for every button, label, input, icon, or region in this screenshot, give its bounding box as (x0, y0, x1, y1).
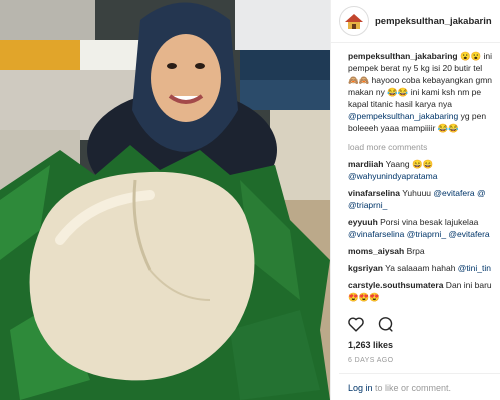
comment-username[interactable]: carstyle.southsumatera (348, 280, 443, 290)
caption-line: makan ny 😂😂 ini kami ksh nm pe (348, 87, 482, 97)
login-link[interactable]: Log in (348, 383, 373, 393)
comment-text: Brpa (404, 246, 425, 256)
comment-username[interactable]: mardiiah (348, 159, 383, 169)
comment-username[interactable]: kgsriyan (348, 263, 383, 273)
post-timestamp: 6 DAYS AGO (348, 357, 394, 364)
comment-text: Ya salaaam hahah (382, 263, 458, 273)
post-username[interactable]: pempeksulthan_jakabarin (375, 16, 492, 27)
caption-line: @pempeksulthan_jakabaring yg pen (348, 110, 493, 122)
caption-line: 🙈🙈 hayooo coba kebayangkan gmn (348, 75, 493, 85)
caption-line: boleeeh yaaa mampiiiir 😂😂 (348, 123, 459, 133)
caption-and-comments: pempeksulthan_jakabaring 😮😮 ini pempek b… (331, 43, 500, 303)
likes-count[interactable]: 1,263 likes (348, 340, 393, 350)
comment-text: 😍😍😍 (348, 292, 380, 302)
load-more-comments-link[interactable]: load more comments (348, 141, 493, 153)
post-actions (347, 316, 394, 338)
comment: vinafarselina Yuhuuu @evitafera @ @triap… (348, 187, 493, 211)
comment: carstyle.southsumatera Dan ini baru 😍😍😍 (348, 279, 493, 303)
comment-text: Yaang 😄😄 (383, 159, 434, 169)
comment: kgsriyan Ya salaaam hahah @tini_tin (348, 262, 493, 274)
comment-username[interactable]: vinafarselina (348, 188, 400, 198)
comment-username[interactable]: moms_aiysah (348, 246, 404, 256)
comment: eyyuuh Porsi vina besak lajukelaa @vinaf… (348, 216, 493, 240)
avatar[interactable] (339, 6, 369, 36)
comment: mardiiah Yaang 😄😄 @wahyunindyapratama (348, 158, 493, 182)
comment-mention-link[interactable]: @ (475, 188, 486, 198)
post-header: pempeksulthan_jakabarin (331, 0, 500, 43)
caption-line: pempek berat ny 5 kg isi 20 butir tel (348, 63, 483, 73)
comment-mention-link[interactable]: @wahyunindyapratama (348, 171, 437, 181)
comment-username[interactable]: eyyuuh (348, 217, 378, 227)
comment-mention-link[interactable]: @tini_tin (458, 263, 491, 273)
caption-text: yg pen (458, 111, 487, 121)
caption-line: kapal titanic hasil karya nya (348, 99, 452, 109)
caption-line: pempeksulthan_jakabaring 😮😮 ini (348, 50, 493, 62)
comment-icon[interactable] (377, 316, 394, 338)
avatar-logo-icon (345, 14, 363, 29)
comment-text: Dan ini baru (443, 280, 492, 290)
login-footer: Log in to like or comment. (339, 373, 500, 400)
comment-mention-link[interactable]: @triaprni_ (348, 200, 387, 210)
caption-username[interactable]: pempeksulthan_jakabaring (348, 51, 458, 61)
post-photo[interactable] (0, 0, 330, 400)
comment: moms_aiysah Brpa (348, 245, 493, 257)
heart-icon[interactable] (347, 316, 365, 338)
comment-mention-link[interactable]: @evitafera (446, 229, 489, 239)
caption-text: 😮😮 ini (457, 51, 492, 61)
post-sidebar: pempeksulthan_jakabarin pempeksulthan_ja… (330, 0, 500, 400)
comment-text: Porsi vina besak lajukelaa (377, 217, 479, 227)
comment-mention-link[interactable]: @vinafarselina @triaprni_ (348, 229, 446, 239)
comment-mention-link[interactable]: @evitafera (433, 188, 474, 198)
pempek-photo-image (0, 0, 330, 400)
comment-text: Yuhuuu (399, 188, 434, 198)
login-footer-text: to like or comment. (372, 382, 452, 393)
caption-mention-link[interactable]: @pempeksulthan_jakabaring (348, 111, 458, 121)
